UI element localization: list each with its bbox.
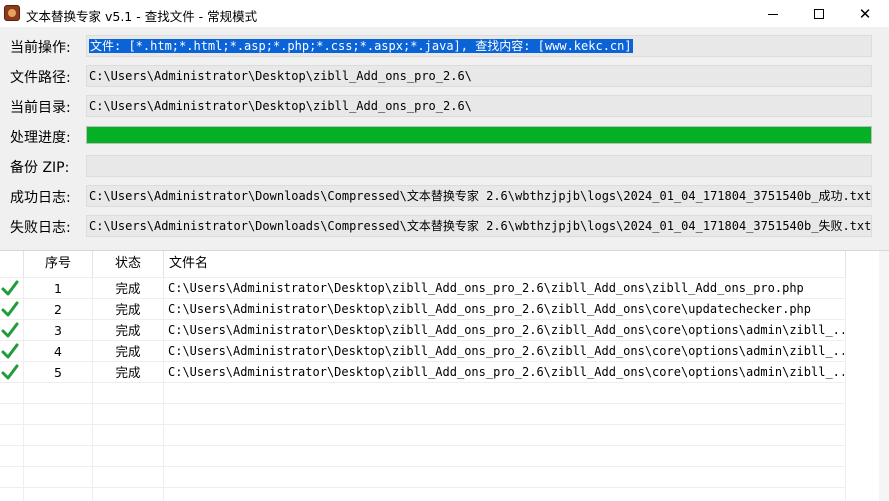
grid-row-line (0, 403, 845, 404)
maximize-icon (814, 9, 824, 19)
row-status: 完成 (115, 281, 141, 296)
minimize-button[interactable] (750, 0, 796, 28)
row-status: 完成 (115, 344, 141, 359)
current-operation-label: 当前操作: (10, 40, 71, 56)
table-row[interactable]: 4 完成 C:\Users\Administrator\Desktop\zibl… (0, 341, 845, 362)
row-number: 4 (54, 344, 62, 359)
current-operation-value: 文件: [*.htm;*.html;*.asp;*.php;*.css;*.as… (89, 39, 633, 53)
row-number: 3 (54, 323, 62, 338)
row-filename: C:\Users\Administrator\Desktop\zibll_Add… (168, 365, 844, 379)
grid-row-line (0, 424, 845, 425)
header-filename[interactable]: 文件名 (164, 251, 846, 277)
window-title: 文本替换专家 v5.1 - 查找文件 - 常规模式 (26, 9, 258, 24)
close-button[interactable]: ✕ (842, 0, 888, 28)
progress-bar (86, 126, 872, 144)
backup-zip-field[interactable] (86, 155, 872, 177)
progress-fill (87, 127, 871, 143)
current-operation-field[interactable]: 文件: [*.htm;*.html;*.asp;*.php;*.css;*.as… (86, 35, 872, 57)
title-bar: 文本替换专家 v5.1 - 查找文件 - 常规模式 ✕ (0, 0, 889, 28)
info-panel: 当前操作: 文件: [*.htm;*.html;*.asp;*.php;*.cs… (0, 28, 889, 250)
table-row[interactable]: 3 完成 C:\Users\Administrator\Desktop\zibl… (0, 320, 845, 341)
header-status[interactable]: 状态 (93, 251, 164, 277)
row-number: 5 (54, 365, 62, 380)
grid-row-line (0, 445, 845, 446)
row-filename: C:\Users\Administrator\Desktop\zibll_Add… (168, 323, 844, 337)
app-icon (4, 5, 20, 21)
current-dir-field[interactable]: C:\Users\Administrator\Desktop\zibll_Add… (86, 95, 872, 117)
table-row[interactable]: 2 完成 C:\Users\Administrator\Desktop\zibl… (0, 299, 845, 320)
success-log-field[interactable]: C:\Users\Administrator\Downloads\Compres… (86, 185, 872, 207)
results-list[interactable]: 序号 状态 文件名 1 完成 C:\Users\Administrator\De… (0, 250, 889, 501)
row-number: 2 (54, 302, 62, 317)
close-icon: ✕ (858, 4, 872, 23)
minimize-icon (768, 13, 778, 15)
grid-column-line (845, 251, 846, 501)
checkmark-icon (1, 322, 19, 338)
checkmark-icon (1, 280, 19, 296)
checkmark-icon (1, 301, 19, 317)
failure-log-field[interactable]: C:\Users\Administrator\Downloads\Compres… (86, 215, 872, 237)
backup-zip-label: 备份 ZIP: (10, 160, 70, 176)
maximize-button[interactable] (796, 0, 842, 28)
list-header: 序号 状态 文件名 (0, 251, 889, 277)
row-number: 1 (54, 281, 62, 296)
grid-row-line (0, 466, 845, 467)
row-filename: C:\Users\Administrator\Desktop\zibll_Add… (168, 281, 804, 295)
row-status: 完成 (115, 302, 141, 317)
file-path-field[interactable]: C:\Users\Administrator\Desktop\zibll_Add… (86, 65, 872, 87)
vertical-scrollbar[interactable] (879, 251, 889, 501)
row-filename: C:\Users\Administrator\Desktop\zibll_Add… (168, 302, 811, 316)
header-num[interactable]: 序号 (24, 251, 93, 277)
failure-log-label: 失败日志: (10, 220, 71, 236)
progress-label: 处理进度: (10, 130, 71, 146)
current-dir-label: 当前目录: (10, 100, 71, 116)
header-icon-column[interactable] (0, 251, 24, 277)
row-status: 完成 (115, 323, 141, 338)
checkmark-icon (1, 364, 19, 380)
grid-row-line (0, 487, 845, 488)
table-row[interactable]: 1 完成 C:\Users\Administrator\Desktop\zibl… (0, 278, 845, 299)
row-status: 完成 (115, 365, 141, 380)
success-log-label: 成功日志: (10, 190, 71, 206)
file-path-label: 文件路径: (10, 70, 71, 86)
row-filename: C:\Users\Administrator\Desktop\zibll_Add… (168, 344, 844, 358)
table-row[interactable]: 5 完成 C:\Users\Administrator\Desktop\zibl… (0, 362, 845, 383)
checkmark-icon (1, 343, 19, 359)
